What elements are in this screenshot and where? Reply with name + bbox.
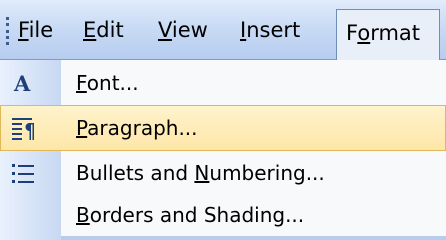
- menu-edit[interactable]: Edit: [83, 0, 124, 60]
- menu-insert[interactable]: Insert: [240, 0, 300, 60]
- menu-item-paragraph[interactable]: Paragraph...: [0, 105, 446, 151]
- menu-item-font-label: Font...: [76, 71, 139, 95]
- font-icon: A: [9, 69, 37, 97]
- svg-text:A: A: [13, 71, 31, 96]
- bullets-icon: [9, 159, 37, 187]
- menu-item-paragraph-label: Paragraph...: [76, 116, 198, 140]
- menu-format[interactable]: Format: [336, 9, 440, 60]
- menu-item-borders-shading-label: Borders and Shading...: [76, 203, 305, 227]
- paragraph-icon: [9, 114, 37, 142]
- menu-bar: File Edit View Insert Format: [0, 0, 446, 60]
- menu-bottom-edge: [61, 236, 446, 240]
- menu-item-bullets-numbering-label: Bullets and Numbering...: [76, 161, 325, 185]
- format-dropdown-menu: A Font... Paragraph... Bullets and Numbe…: [0, 60, 446, 240]
- toolbar-grip-handle[interactable]: [6, 17, 10, 45]
- menu-item-bullets-numbering[interactable]: Bullets and Numbering...: [0, 150, 446, 196]
- menu-file[interactable]: File: [18, 0, 53, 60]
- menu-item-font[interactable]: A Font...: [0, 60, 446, 106]
- menu-view[interactable]: View: [158, 0, 208, 60]
- menu-item-borders-shading[interactable]: Borders and Shading...: [0, 192, 446, 238]
